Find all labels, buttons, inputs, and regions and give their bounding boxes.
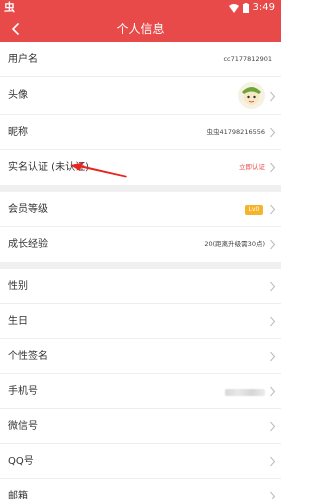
chevron-right-icon (270, 491, 276, 499)
status-time: 3:49 (252, 2, 275, 13)
phone-label: 手机号 (8, 386, 38, 397)
nickname-value: 虫虫41798216556 (206, 128, 266, 136)
avatar-label: 头像 (8, 90, 28, 101)
nickname-label: 昵称 (8, 127, 28, 138)
row-nickname[interactable]: 昵称 虫虫41798216556 (0, 115, 281, 150)
gender-label: 性别 (8, 281, 28, 292)
email-label: 邮箱 (8, 491, 28, 499)
phone-value-blurred (225, 389, 265, 396)
row-phone[interactable]: 手机号 (0, 374, 281, 409)
row-avatar[interactable]: 头像 (0, 77, 281, 115)
username-label: 用户名 (8, 54, 38, 65)
chevron-right-icon (270, 456, 276, 467)
row-signature[interactable]: 个性签名 (0, 339, 281, 374)
avatar[interactable] (238, 82, 265, 109)
row-qq[interactable]: QQ号 (0, 444, 281, 479)
level-badge: Lv0 (245, 205, 263, 215)
row-member-level[interactable]: 会员等级 Lv0 (0, 192, 281, 227)
wifi-icon (228, 4, 239, 13)
chevron-right-icon (270, 281, 276, 292)
username-value: cc7177812901 (223, 55, 272, 63)
row-growth-experience[interactable]: 成长经验 20(距离升级需30点) (0, 227, 281, 262)
level-label: 会员等级 (8, 204, 48, 215)
page-title: 个人信息 (116, 22, 165, 36)
chevron-right-icon (270, 162, 276, 173)
section-divider (0, 185, 281, 192)
chevron-right-icon (270, 421, 276, 432)
wechat-label: 微信号 (8, 421, 38, 432)
header: 个人信息 (0, 16, 281, 42)
row-email[interactable]: 邮箱 (0, 479, 281, 499)
row-realname-verification[interactable]: 实名认证 (未认证) 立即认证 (0, 150, 281, 185)
chevron-right-icon (270, 239, 276, 250)
section-divider (0, 262, 281, 269)
chevron-right-icon (270, 127, 276, 138)
chevron-right-icon (270, 386, 276, 397)
app-notification-icon: 虫 (4, 1, 15, 14)
row-gender[interactable]: 性别 (0, 269, 281, 304)
row-wechat[interactable]: 微信号 (0, 409, 281, 444)
chevron-right-icon (270, 91, 276, 102)
growth-label: 成长经验 (8, 239, 48, 250)
birthday-label: 生日 (8, 316, 28, 327)
row-username: 用户名 cc7177812901 (0, 42, 281, 77)
growth-value: 20(距离升级需30点) (204, 240, 265, 248)
row-birthday[interactable]: 生日 (0, 304, 281, 339)
status-icons: 3:49 (228, 1, 275, 15)
status-bar: 虫 3:49 (0, 0, 281, 16)
realname-label: 实名认证 (未认证) (8, 162, 89, 173)
qq-label: QQ号 (8, 456, 34, 467)
profile-list: 用户名 cc7177812901 头像 昵称 虫虫41798216556 实名认… (0, 42, 281, 499)
avatar-image (242, 87, 261, 105)
verify-now-link[interactable]: 立即认证 (239, 150, 265, 185)
chevron-right-icon (270, 204, 276, 215)
chevron-right-icon (270, 316, 276, 327)
battery-icon (242, 3, 249, 13)
signature-label: 个性签名 (8, 351, 48, 362)
chevron-right-icon (270, 351, 276, 362)
